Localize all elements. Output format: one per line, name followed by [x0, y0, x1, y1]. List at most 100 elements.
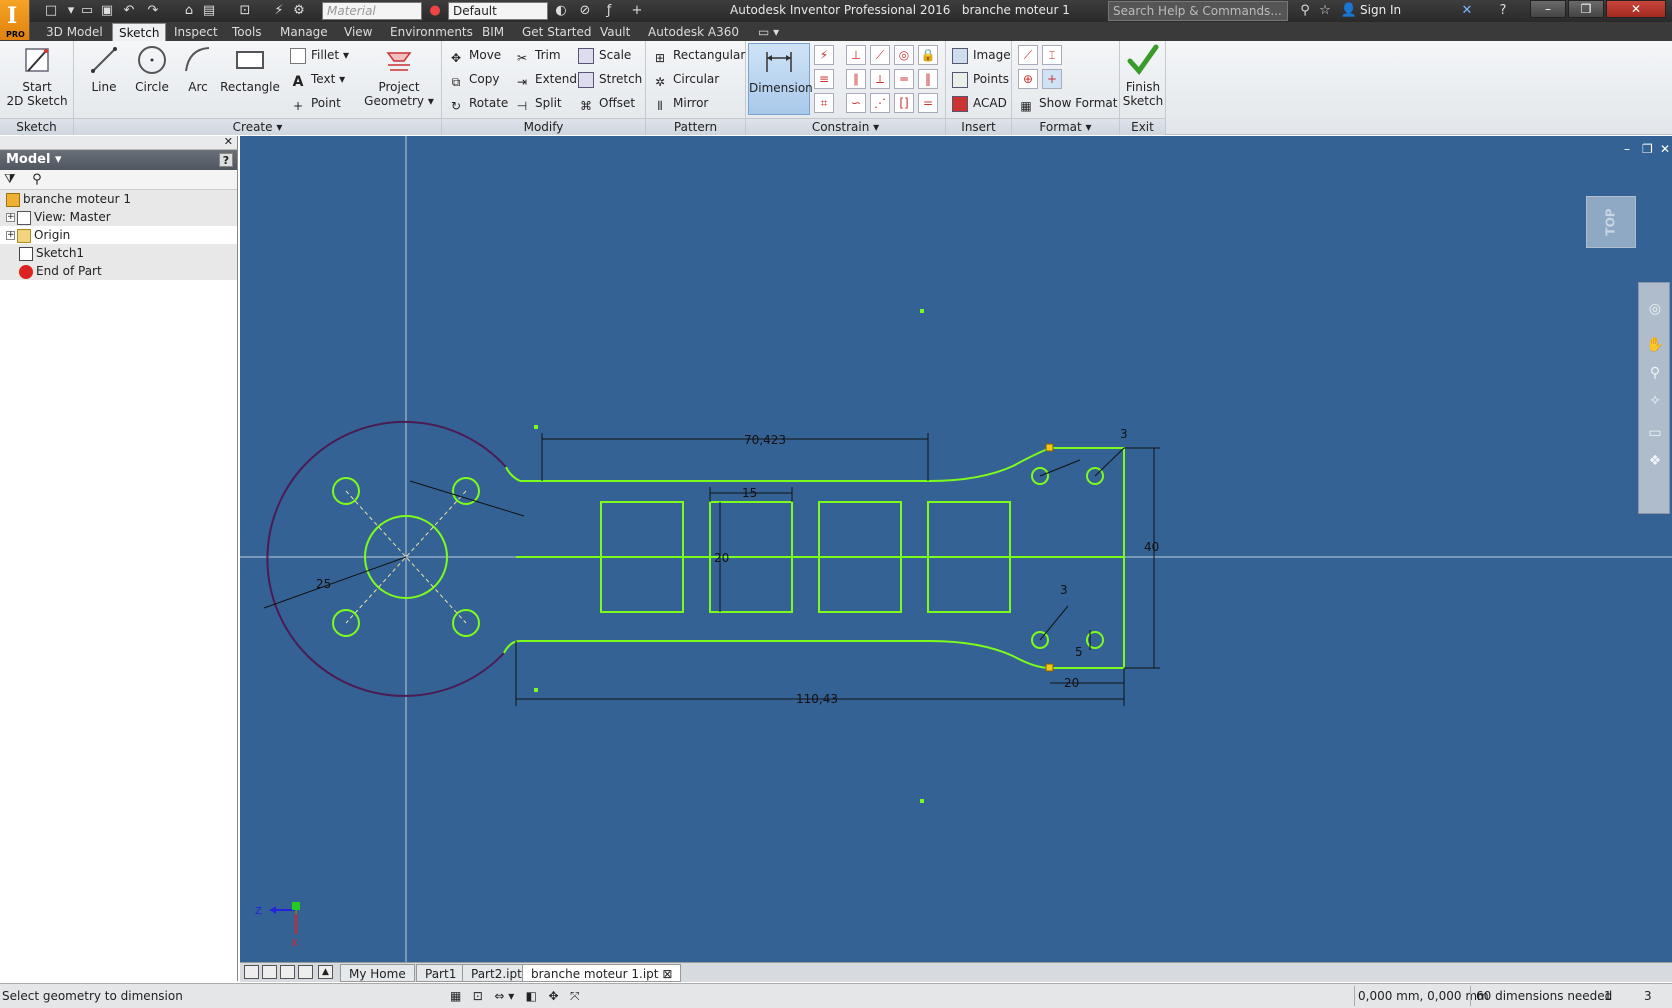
- favorites-star-icon[interactable]: ☆: [1316, 2, 1334, 19]
- concentric-constraint-icon[interactable]: ◎: [894, 45, 914, 65]
- extend-button[interactable]: ⇥ Extend: [514, 69, 577, 89]
- mirror-button[interactable]: ⫴ Mirror: [652, 93, 708, 113]
- arc-button[interactable]: Arc: [180, 43, 216, 94]
- steering-wheel-icon[interactable]: ◎: [1645, 299, 1665, 319]
- dim-text-end-width[interactable]: 20: [1064, 676, 1079, 690]
- start-2d-sketch-button[interactable]: Start 2D Sketch: [4, 43, 70, 108]
- tree-item-view-master[interactable]: + View: Master: [0, 208, 237, 226]
- dim-text-top-length[interactable]: 70,423: [744, 433, 786, 447]
- measure-icon[interactable]: +: [628, 2, 646, 19]
- insert-image-button[interactable]: Image: [952, 45, 1011, 65]
- move-button[interactable]: ✥ Move: [448, 45, 501, 65]
- rectangular-pattern-button[interactable]: ⊞ Rectangular: [652, 45, 745, 65]
- dim-text-radius[interactable]: 25: [316, 577, 331, 591]
- endpoint-top[interactable]: [1045, 443, 1054, 452]
- stretch-button[interactable]: Stretch: [578, 69, 642, 89]
- tab-menu-icon[interactable]: ▲: [318, 965, 333, 979]
- dim-text-hole-offset-top[interactable]: 3: [1120, 427, 1128, 441]
- symmetric-constraint-icon[interactable]: []: [894, 93, 914, 113]
- user-icon[interactable]: 👤: [1340, 2, 1358, 19]
- ribbon-display-toggle-icon[interactable]: ▭ ▾: [752, 23, 785, 41]
- settings-icon[interactable]: ⚙: [290, 2, 308, 19]
- tab-sketch[interactable]: Sketch: [112, 23, 167, 41]
- split-button[interactable]: ⊣ Split: [514, 93, 562, 113]
- redo-icon[interactable]: ↷: [144, 2, 162, 19]
- tree-item-sketch1[interactable]: Sketch1: [0, 244, 237, 262]
- restore-button[interactable]: ❐: [1568, 0, 1604, 18]
- tile-vertical-icon[interactable]: [298, 965, 313, 979]
- text-button[interactable]: A Text ▾: [290, 69, 346, 90]
- viewcube[interactable]: TOP: [1586, 196, 1636, 248]
- clear-override-icon[interactable]: ⊘: [576, 2, 594, 19]
- exchange-apps-icon[interactable]: ✕: [1458, 2, 1476, 19]
- arm-top-edge[interactable]: [520, 447, 1051, 482]
- dim-text-height[interactable]: 40: [1144, 540, 1159, 554]
- slice-graphics-icon[interactable]: ◧: [526, 989, 537, 1003]
- tab-3d-model[interactable]: 3D Model: [40, 23, 109, 41]
- arm-bottom-edge[interactable]: [520, 640, 1051, 669]
- dim-text-slot-height[interactable]: 20: [714, 551, 729, 565]
- centerline-icon[interactable]: +: [1042, 69, 1062, 89]
- dim-text-slot-width[interactable]: 15: [742, 486, 757, 500]
- trim-button[interactable]: ✂ Trim: [514, 45, 561, 65]
- parameters-icon[interactable]: ƒ: [600, 2, 618, 19]
- doc-tab-my-home[interactable]: My Home: [340, 964, 415, 982]
- expand-icon[interactable]: +: [6, 231, 15, 240]
- appearance-select[interactable]: Default: [448, 2, 548, 20]
- orbit-icon[interactable]: ✧: [1645, 391, 1665, 411]
- tile-horizontal-icon[interactable]: [280, 965, 295, 979]
- center-point-icon[interactable]: ⊕: [1018, 69, 1038, 89]
- tab-manage[interactable]: Manage: [274, 23, 334, 41]
- doc-tab-part1[interactable]: Part1: [416, 964, 466, 982]
- open-folder-icon[interactable]: ▭: [78, 2, 96, 19]
- doc-tab-branche-moteur[interactable]: branche moteur 1.ipt ⊠: [522, 964, 682, 982]
- auto-dimension-icon[interactable]: ⚡: [814, 45, 834, 65]
- material-select[interactable]: Material: [322, 2, 422, 20]
- driven-dimension-icon[interactable]: ⌶: [1042, 45, 1062, 65]
- sketch-canvas[interactable]: 70,423 15 20 25 110,43 20 40 3 3 5 X Y Z: [240, 136, 1672, 962]
- show-format-button[interactable]: ▦ Show Format: [1018, 93, 1117, 113]
- tab-bim[interactable]: BIM: [476, 23, 510, 41]
- tab-tools[interactable]: Tools: [226, 23, 268, 41]
- fillet-button[interactable]: Fillet ▾: [290, 45, 349, 65]
- tab-autodesk-a360[interactable]: Autodesk A360: [642, 23, 745, 41]
- appearance-color-icon[interactable]: ●: [426, 2, 444, 19]
- adjust-icon[interactable]: ◐: [552, 2, 570, 19]
- end-hole-4[interactable]: [1086, 631, 1104, 649]
- cascade-view-icon[interactable]: [244, 965, 259, 979]
- filter-icon[interactable]: ⧩: [4, 172, 16, 187]
- construction-icon[interactable]: ⟋: [1018, 45, 1038, 65]
- constraint-inference-icon[interactable]: ⊡: [473, 989, 483, 1003]
- tree-item-end-of-part[interactable]: End of Part: [0, 262, 237, 280]
- point-button[interactable]: + Point: [290, 93, 341, 113]
- tab-view[interactable]: View: [338, 23, 378, 41]
- pan-icon[interactable]: ✋: [1645, 335, 1665, 355]
- home-icon[interactable]: ⌂: [180, 2, 198, 19]
- application-menu-button[interactable]: I PRO: [0, 0, 30, 40]
- new-file-icon[interactable]: □: [42, 2, 60, 19]
- tab-close-icon[interactable]: ⊠: [662, 967, 672, 981]
- offset-button[interactable]: ⌘ Offset: [578, 93, 635, 113]
- perpendicular-constraint-icon[interactable]: ⊥: [846, 45, 866, 65]
- endpoint-bottom[interactable]: [1045, 663, 1054, 672]
- parallel-constraint-icon[interactable]: ∥: [846, 69, 866, 89]
- close-window-button[interactable]: ✕: [1606, 0, 1666, 18]
- show-constraints-icon[interactable]: ≡: [814, 69, 834, 89]
- sketch-point[interactable]: [534, 688, 538, 692]
- viewport-minimize-icon[interactable]: –: [1624, 142, 1630, 156]
- viewport-restore-icon[interactable]: ❐: [1642, 142, 1653, 156]
- collinear-constraint-icon[interactable]: ⋰: [870, 93, 890, 113]
- dim-text-hole-offset-bottom[interactable]: 3: [1060, 583, 1068, 597]
- hub-arc[interactable]: [266, 420, 507, 697]
- browser-help-icon[interactable]: ?: [219, 153, 233, 167]
- circular-pattern-button[interactable]: ✲ Circular: [652, 69, 719, 89]
- finish-sketch-button[interactable]: Finish Sketch: [1122, 43, 1164, 108]
- project-geometry-button[interactable]: Project Geometry ▾: [364, 43, 434, 108]
- close-icon[interactable]: ✕: [224, 135, 233, 148]
- tangent-constraint-icon[interactable]: ⟂: [870, 69, 890, 89]
- look-at-icon[interactable]: ❖: [1645, 451, 1665, 471]
- find-binoculars-icon[interactable]: ⚲: [32, 172, 42, 187]
- coincident-constraint-icon[interactable]: ⟋: [870, 45, 890, 65]
- browser-header[interactable]: Model ▾ ?: [0, 150, 237, 170]
- tile-view-icon[interactable]: [262, 965, 277, 979]
